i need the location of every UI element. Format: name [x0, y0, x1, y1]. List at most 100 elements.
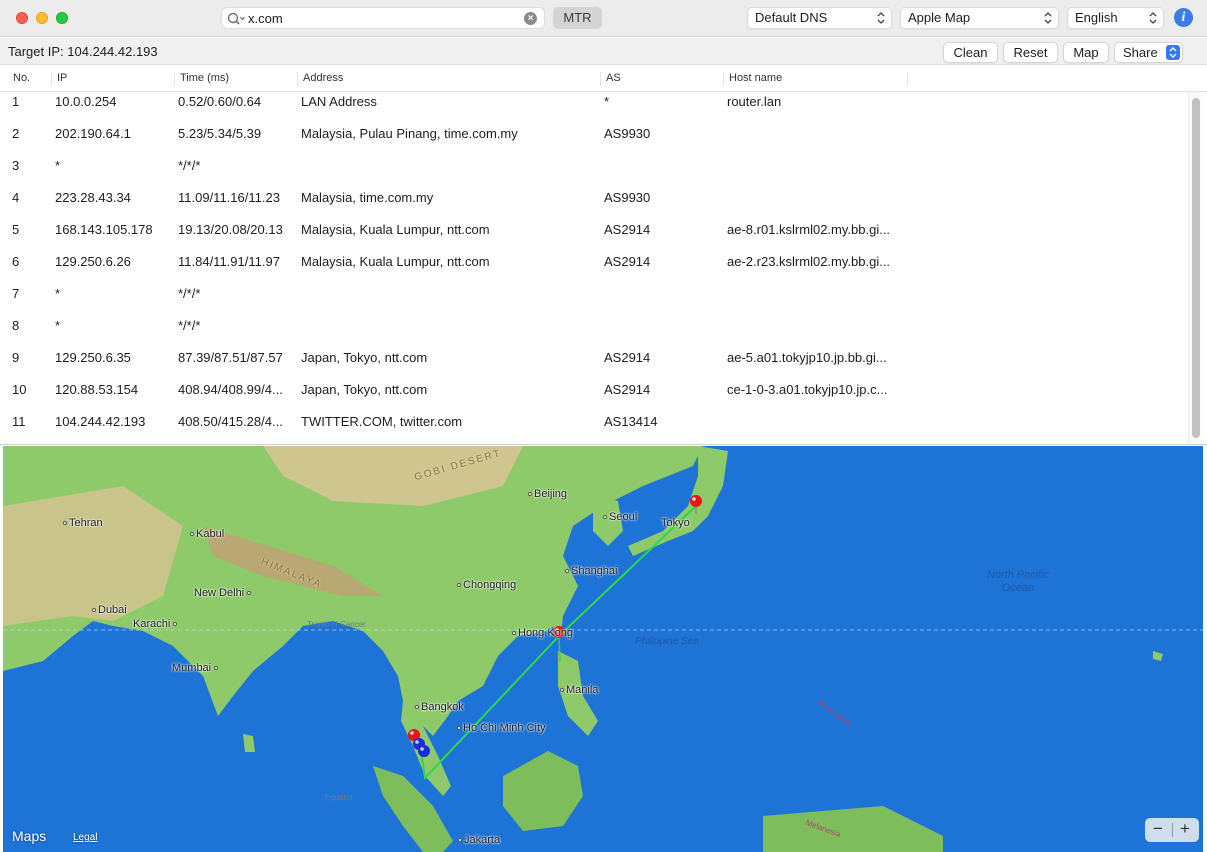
scrollbar-thumb[interactable] — [1192, 98, 1200, 438]
city-label: Beijing — [528, 488, 567, 500]
cell-time: 408.94/408.99/4... — [178, 382, 283, 397]
clean-button[interactable]: Clean — [943, 42, 998, 63]
table-row[interactable]: 10 120.88.53.154 408.94/408.99/4... Japa… — [0, 380, 1188, 412]
cell-host: router.lan — [727, 94, 782, 109]
info-icon[interactable]: i — [1174, 8, 1193, 27]
city-label: Karachi — [133, 618, 179, 630]
city-name: Ho Chi Minh City — [463, 722, 546, 734]
language-value: English — [1075, 10, 1118, 25]
cell-address: Japan, Tokyo, ntt.com — [301, 350, 428, 365]
reset-button[interactable]: Reset — [1003, 42, 1058, 63]
zoom-out-button[interactable]: − — [1145, 819, 1171, 839]
table-row[interactable]: 9 129.250.6.35 87.39/87.51/87.57 Japan, … — [0, 348, 1188, 380]
cell-ip: 223.28.43.34 — [55, 190, 131, 205]
cell-no: 6 — [12, 254, 20, 269]
column-header-ip[interactable]: IP — [52, 72, 175, 86]
column-header-time[interactable]: Time (ms) — [175, 72, 298, 86]
table-scrollbar[interactable] — [1188, 92, 1203, 444]
map-pin-blue[interactable] — [418, 745, 430, 757]
column-header-no[interactable]: No. — [8, 72, 52, 86]
search-field[interactable]: × — [221, 7, 545, 29]
share-dropdown-icon — [1166, 45, 1180, 60]
city-name: Mumbai — [172, 662, 212, 674]
table-row[interactable]: 3 * */*/* — [0, 156, 1188, 188]
cell-as: AS2914 — [604, 350, 651, 365]
cell-no: 9 — [12, 350, 20, 365]
cell-address: Malaysia, time.com.my — [301, 190, 434, 205]
route-map[interactable]: GOBI DESERT HIMALAYA Beijing Seoul Tokyo… — [3, 446, 1203, 852]
city-label: Hong Kong — [512, 627, 573, 639]
cell-as: AS2914 — [604, 254, 651, 269]
city-label: Dubai — [92, 604, 127, 616]
zoom-in-button[interactable]: + — [1172, 819, 1198, 839]
column-header-address[interactable]: Address — [298, 72, 601, 86]
map-button[interactable]: Map — [1063, 42, 1109, 63]
cell-time: 11.84/11.91/11.97 — [178, 254, 280, 269]
cell-time: 0.52/0.60/0.64 — [178, 94, 262, 109]
city-name: Chongqing — [463, 579, 517, 591]
cell-address: TWITTER.COM, twitter.com — [301, 414, 463, 429]
clear-search-icon[interactable]: × — [524, 12, 537, 25]
table-row[interactable]: 6 129.250.6.26 11.84/11.91/11.97 Malaysi… — [0, 252, 1188, 284]
cell-ip: 104.244.42.193 — [55, 414, 146, 429]
table-row[interactable]: 8 * */*/* — [0, 316, 1188, 348]
city-label: New Delhi — [194, 587, 253, 599]
cell-as: * — [604, 94, 610, 109]
hops-table: No. IP Time (ms) Address AS Host name 1 … — [0, 65, 1207, 445]
apple-maps-logo: Maps — [12, 828, 46, 844]
table-row[interactable]: 2 202.190.64.1 5.23/5.34/5.39 Malaysia, … — [0, 124, 1188, 156]
cell-no: 8 — [12, 318, 20, 333]
cell-address: Japan, Tokyo, ntt.com — [301, 382, 428, 397]
city-label: Ho Chi Minh City — [457, 722, 546, 734]
cell-address: Malaysia, Kuala Lumpur, ntt.com — [301, 254, 490, 269]
cell-ip: 202.190.64.1 — [55, 126, 131, 141]
table-row[interactable]: 11 104.244.42.193 408.50/415.28/4... TWI… — [0, 412, 1188, 444]
share-button[interactable]: Share — [1114, 42, 1183, 63]
target-ip-value: 104.244.42.193 — [67, 44, 158, 59]
city-name: Jakarta — [464, 834, 501, 846]
table-row[interactable]: 4 223.28.43.34 11.09/11.16/11.23 Malaysi… — [0, 188, 1188, 220]
table-row[interactable]: 5 168.143.105.178 19.13/20.08/20.13 Mala… — [0, 220, 1188, 252]
cell-no: 10 — [12, 382, 27, 397]
dns-select[interactable]: Default DNS — [747, 7, 892, 29]
city-label: Jakarta — [458, 834, 500, 846]
mtr-button[interactable]: MTR — [553, 7, 602, 29]
updown-chevron-icon — [1044, 12, 1052, 24]
city-name: Seoul — [609, 511, 638, 523]
city-label: Manila — [560, 684, 598, 696]
cell-host: ae-8.r01.kslrml02.my.bb.gi... — [727, 222, 891, 237]
city-label: Chongqing — [457, 579, 516, 591]
toolbar: Target IP: 104.244.42.193 Clean Reset Ma… — [0, 38, 1207, 65]
city-name: Tehran — [69, 517, 103, 529]
table-row[interactable]: 7 * */*/* — [0, 284, 1188, 316]
city-dot-icon — [528, 492, 532, 497]
cell-address: Malaysia, Pulau Pinang, time.com.my — [301, 126, 518, 141]
city-dot-icon — [457, 583, 461, 588]
city-label: Shanghai — [565, 565, 618, 577]
cell-as: AS2914 — [604, 382, 651, 397]
column-header-host-name[interactable]: Host name — [724, 72, 908, 86]
city-label: Seoul — [603, 511, 637, 523]
cell-as: AS9930 — [604, 190, 651, 205]
city-dot-icon — [92, 608, 96, 613]
map-provider-select[interactable]: Apple Map — [900, 7, 1059, 29]
close-window-button[interactable] — [16, 12, 28, 24]
legal-link[interactable]: Legal — [73, 832, 97, 843]
search-input[interactable] — [248, 10, 518, 27]
city-label: Mumbai — [172, 662, 220, 674]
column-header-as[interactable]: AS — [601, 72, 724, 86]
cell-address: Malaysia, Kuala Lumpur, ntt.com — [301, 222, 490, 237]
cell-time: */*/* — [178, 158, 201, 173]
minimize-window-button[interactable] — [36, 12, 48, 24]
table-row[interactable]: 1 10.0.0.254 0.52/0.60/0.64 LAN Address … — [0, 92, 1188, 124]
target-ip-display: Target IP: 104.244.42.193 — [8, 44, 158, 59]
cell-ip: * — [55, 286, 61, 301]
city-dot-icon — [603, 515, 607, 520]
language-select[interactable]: English — [1067, 7, 1164, 29]
cell-no: 4 — [12, 190, 20, 205]
ocean-label: Philippine Sea — [635, 636, 699, 647]
city-dot-icon — [173, 622, 178, 627]
cell-time: */*/* — [178, 286, 201, 301]
cell-no: 7 — [12, 286, 20, 301]
zoom-window-button[interactable] — [56, 12, 68, 24]
